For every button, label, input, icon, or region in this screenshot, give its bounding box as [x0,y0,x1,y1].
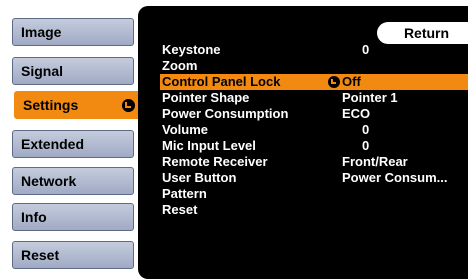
enter-icon [328,76,340,88]
menu-row-label: Pattern [162,186,207,201]
menu-row-label: Pointer Shape [162,90,250,105]
menu-row-label: Zoom [162,58,198,73]
menu-row-volume[interactable]: Volume 0 [160,122,468,138]
menu-row-label: Keystone [162,42,221,57]
sidebar-item-label: Reset [21,247,60,263]
sidebar-item-signal[interactable]: Signal [12,57,134,85]
menu-row-keystone[interactable]: Keystone 0 [160,42,468,58]
menu-row-label: Control Panel Lock [162,74,281,89]
menu-row-label: Volume [162,122,208,137]
return-button[interactable]: Return [377,22,468,44]
menu-row-label: Remote Receiver [162,154,268,169]
menu-row-label: Mic Input Level [162,138,256,153]
sidebar-item-label: Network [21,173,77,189]
menu-row-value: Off [342,74,361,89]
menu-row-pattern[interactable]: Pattern [160,186,468,202]
menu-row-mic-input-level[interactable]: Mic Input Level 0 [160,138,468,154]
sidebar-item-extended[interactable]: Extended [12,130,134,158]
menu-row-remote-receiver[interactable]: Remote Receiver Front/Rear [160,154,468,170]
menu-row-value: Front/Rear [342,154,408,169]
menu-row-value: 0 [362,138,370,153]
sidebar-item-network[interactable]: Network [12,167,134,195]
sidebar-item-label: Signal [21,63,64,79]
menu-row-value: Pointer 1 [342,90,398,105]
menu-row-value: 0 [362,122,370,137]
sidebar-item-label: Image [21,24,62,40]
menu-row-user-button[interactable]: User Button Power Consum... [160,170,468,186]
menu-row-reset[interactable]: Reset [160,202,468,218]
menu-row-value: Power Consum... [342,170,448,185]
sidebar-item-settings[interactable]: Settings [14,91,144,119]
menu-row-pointer-shape[interactable]: Pointer Shape Pointer 1 [160,90,468,106]
enter-icon [122,99,135,112]
menu-row-power-consumption[interactable]: Power Consumption ECO [160,106,468,122]
sidebar: Image Signal Settings Extended Network I… [0,0,150,279]
menu-row-label: Reset [162,202,198,217]
menu-row-value: 0 [362,42,370,57]
menu-row-label: Power Consumption [162,106,289,121]
menu-row-label: User Button [162,170,237,185]
menu-row-control-panel-lock[interactable]: Control Panel Lock Off [160,74,468,90]
sidebar-item-image[interactable]: Image [12,18,134,46]
menu-row-value: ECO [342,106,371,121]
sidebar-item-label: Info [21,209,47,225]
settings-menu: Keystone 0 Zoom Control Panel Lock Off P… [160,42,468,218]
sidebar-item-label: Extended [21,136,85,152]
sidebar-item-label: Settings [23,97,79,113]
sidebar-item-info[interactable]: Info [12,203,134,231]
menu-row-zoom[interactable]: Zoom [160,58,468,74]
sidebar-item-reset[interactable]: Reset [12,241,134,269]
